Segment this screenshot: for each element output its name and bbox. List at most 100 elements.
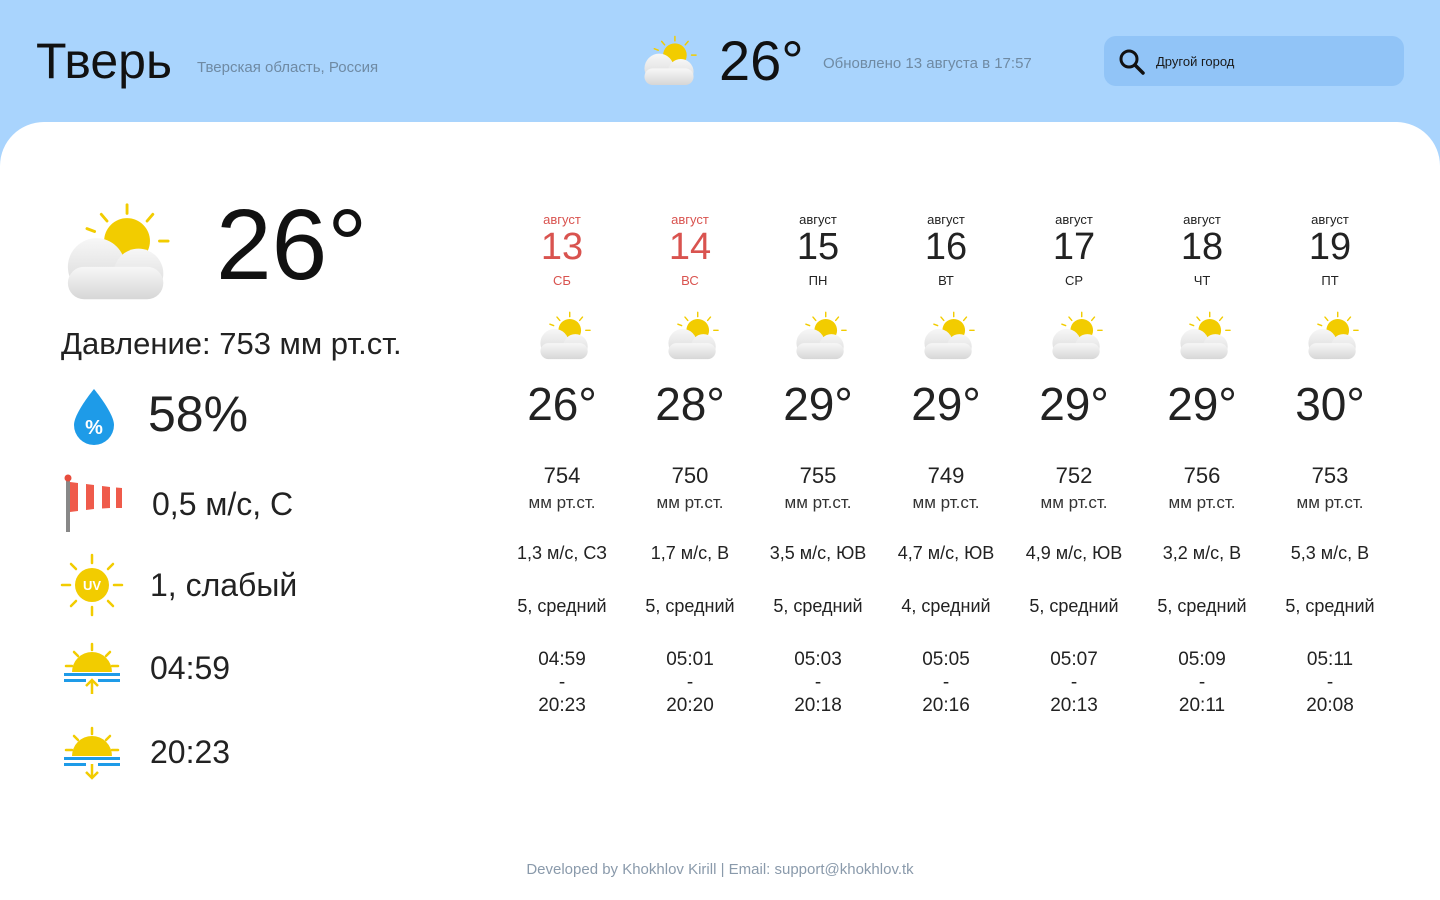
forecast-month: август [799, 212, 837, 227]
header-temperature: 26° [719, 29, 804, 92]
header-bar: Тверь Тверская область, Россия 26° Обнов… [0, 0, 1440, 140]
forecast-grid: август 13 СБ 26° 754 мм рт.ст. 1,3 м/с, … [498, 210, 1394, 730]
forecast-sunrise: 05:09 [1178, 649, 1226, 670]
forecast-weekday: ВТ [938, 273, 954, 288]
forecast-weekday: ЧТ [1193, 273, 1211, 288]
forecast-wind: 3,2 м/с, В [1162, 543, 1242, 563]
forecast-wind: 4,9 м/с, ЮВ [1025, 543, 1123, 563]
forecast-weekday: ВС [681, 273, 699, 288]
forecast-day: август 17 СР 29° 752 мм рт.ст. 4,9 м/с, … [1010, 210, 1138, 730]
forecast-month: август [1055, 212, 1093, 227]
forecast-pressure-unit: мм рт.ст. [784, 493, 852, 512]
forecast-separator: - [942, 672, 950, 693]
forecast-pressure: 753 [1311, 463, 1349, 488]
city-search[interactable] [1104, 36, 1404, 86]
current-temperature: 26° [216, 189, 368, 301]
forecast-separator: - [1070, 672, 1078, 693]
forecast-day: август 19 ПТ 30° 753 мм рт.ст. 5,3 м/с, … [1266, 210, 1394, 730]
partly-cloudy-icon [536, 310, 594, 362]
forecast-sunrise: 05:11 [1306, 649, 1354, 670]
svg-text:%: % [85, 417, 103, 439]
forecast-pressure: 756 [1183, 463, 1221, 488]
forecast-uv: 5, средний [645, 596, 735, 616]
forecast-pressure-unit: мм рт.ст. [1040, 493, 1108, 512]
forecast-uv: 5, средний [517, 596, 607, 616]
forecast-date: 14 [668, 226, 712, 268]
uv-row: UV 1, слабый [60, 553, 297, 617]
forecast-date: 19 [1308, 226, 1352, 268]
forecast-pressure: 754 [543, 463, 581, 488]
forecast-date: 13 [540, 226, 584, 268]
forecast-sunrise: 05:05 [922, 649, 970, 670]
partly-cloudy-icon [920, 310, 978, 362]
forecast-pressure: 750 [671, 463, 709, 488]
partly-cloudy-icon [792, 310, 850, 362]
region-name: Тверская область, Россия [197, 59, 379, 76]
forecast-date: 17 [1052, 226, 1096, 268]
footer-credits: Developed by Khokhlov Kirill | Email: su… [526, 861, 914, 878]
svg-text:UV: UV [83, 578, 101, 593]
humidity-drop-icon: % [74, 389, 114, 445]
forecast-uv: 5, средний [1285, 596, 1375, 616]
forecast-sunrise: 05:03 [794, 649, 842, 670]
sunrise-row: 04:59 [60, 636, 230, 700]
forecast-month: август [671, 212, 709, 227]
forecast-pressure-unit: мм рт.ст. [656, 493, 724, 512]
sunset-value: 20:23 [150, 734, 231, 770]
forecast-sunrise: 04:59 [538, 649, 586, 670]
forecast-separator: - [558, 672, 566, 693]
sunset-icon [64, 726, 120, 780]
forecast-day: август 16 ВТ 29° 749 мм рт.ст. 4,7 м/с, … [882, 210, 1010, 730]
forecast-month: август [927, 212, 965, 227]
partly-cloudy-icon [60, 200, 175, 305]
partly-cloudy-icon [1048, 310, 1106, 362]
forecast-day: август 13 СБ 26° 754 мм рт.ст. 1,3 м/с, … [498, 210, 626, 730]
forecast-temperature: 29° [783, 378, 853, 430]
forecast-pressure: 749 [927, 463, 965, 488]
forecast-separator: - [686, 672, 694, 693]
partly-cloudy-icon [1304, 310, 1362, 362]
partly-cloudy-icon [640, 34, 700, 88]
wind-row: 0,5 м/с, С [60, 472, 293, 536]
forecast-month: август [543, 212, 581, 227]
forecast-day: август 14 ВС 28° 750 мм рт.ст. 1,7 м/с, … [626, 210, 754, 730]
forecast-pressure-unit: мм рт.ст. [1296, 493, 1364, 512]
forecast-temperature: 28° [655, 378, 725, 430]
forecast-sunrise: 05:07 [1050, 649, 1098, 670]
forecast-weekday: СР [1064, 273, 1084, 288]
forecast-sunset: 20:08 [1306, 695, 1354, 716]
forecast-month: август [1183, 212, 1221, 227]
forecast-separator: - [814, 672, 822, 693]
forecast-sunset: 20:11 [1178, 695, 1226, 716]
forecast-wind: 5,3 м/с, В [1290, 543, 1370, 563]
forecast-wind: 3,5 м/с, ЮВ [769, 543, 867, 563]
current-pressure: Давление: 753 мм рт.ст. [61, 326, 402, 361]
forecast-day: август 18 ЧТ 29° 756 мм рт.ст. 3,2 м/с, … [1138, 210, 1266, 730]
wind-value: 0,5 м/с, С [152, 486, 294, 522]
forecast-date: 15 [796, 226, 840, 268]
windsock-icon [64, 474, 122, 532]
search-icon[interactable] [1118, 48, 1146, 76]
forecast-sunset: 20:23 [538, 695, 586, 716]
forecast-sunset: 20:20 [666, 695, 714, 716]
forecast-separator: - [1198, 672, 1206, 693]
city-search-input[interactable] [1156, 36, 1396, 86]
forecast-uv: 5, средний [1157, 596, 1247, 616]
forecast-pressure-unit: мм рт.ст. [912, 493, 980, 512]
forecast-date: 18 [1180, 226, 1224, 268]
forecast-uv: 5, средний [773, 596, 863, 616]
sunrise-icon [64, 642, 120, 694]
forecast-pressure-unit: мм рт.ст. [1168, 493, 1236, 512]
forecast-day: август 15 ПН 29° 755 мм рт.ст. 3,5 м/с, … [754, 210, 882, 730]
forecast-pressure: 752 [1055, 463, 1093, 488]
partly-cloudy-icon [664, 310, 722, 362]
uv-sun-icon: UV [60, 553, 124, 617]
city-name: Тверь [36, 33, 173, 89]
forecast-temperature: 26° [527, 378, 597, 430]
forecast-weekday: СБ [553, 273, 571, 288]
forecast-separator: - [1326, 672, 1334, 693]
uv-value: 1, слабый [150, 567, 298, 603]
forecast-uv: 4, средний [901, 596, 991, 616]
partly-cloudy-icon [1176, 310, 1234, 362]
forecast-pressure: 755 [799, 463, 837, 488]
